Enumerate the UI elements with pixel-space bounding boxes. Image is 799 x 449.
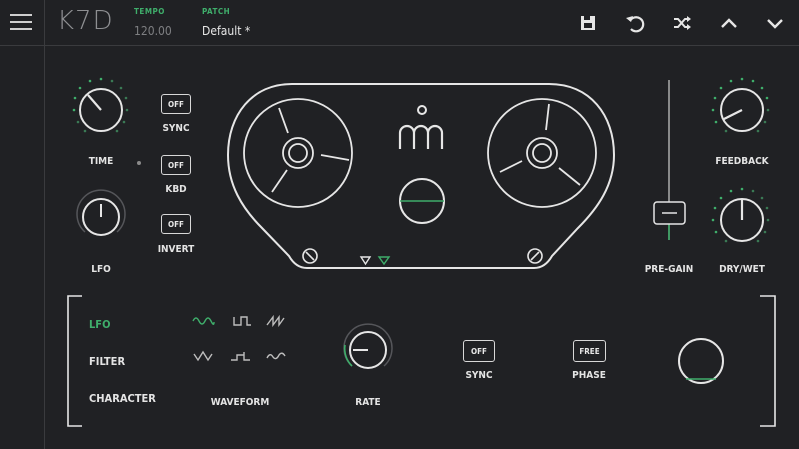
screw-right-icon	[527, 248, 543, 264]
kbd-indicator	[137, 161, 141, 165]
rate-knob[interactable]	[343, 323, 393, 369]
rate-label: RATE	[355, 397, 381, 408]
bracket-left	[67, 295, 82, 427]
tab-lfo[interactable]: LFO	[89, 318, 110, 331]
delay-panel-graphics	[67, 77, 776, 427]
time-label: TIME	[88, 156, 114, 167]
sync-label: SYNC	[162, 123, 190, 134]
dry-wet-knob[interactable]	[711, 187, 770, 243]
tab-filter[interactable]: FILTER	[89, 355, 125, 368]
waveform-square-icon[interactable]	[233, 316, 251, 326]
sync-toggle[interactable]: OFF	[161, 94, 191, 114]
feedback-label: FEEDBACK	[715, 156, 769, 167]
screw-left-icon	[302, 248, 318, 264]
lfo-knob[interactable]	[76, 189, 126, 236]
logo-icon	[398, 105, 444, 149]
pre-gain-label: PRE-GAIN	[644, 264, 694, 275]
mod-sync-toggle[interactable]: OFF	[463, 340, 495, 362]
tape-deck-outline	[226, 83, 616, 269]
phase-label: PHASE	[572, 370, 606, 381]
waveform-label: WAVEFORM	[210, 397, 270, 408]
lfo-output-display	[678, 338, 724, 384]
waveform-sine-icon[interactable]	[192, 317, 215, 325]
pre-gain-slider[interactable]	[653, 80, 686, 240]
dry-wet-label: DRY/WET	[719, 264, 765, 275]
level-meter	[399, 178, 445, 224]
waveform-step-icon[interactable]	[231, 352, 250, 361]
kbd-toggle[interactable]: OFF	[161, 155, 191, 175]
tab-character[interactable]: CHARACTER	[89, 392, 156, 405]
lfo-label: LFO	[91, 264, 111, 275]
left-tape-reel	[243, 98, 353, 208]
invert-label: INVERT	[157, 244, 195, 255]
waveform-saw-icon[interactable]	[266, 314, 285, 328]
invert-toggle[interactable]: OFF	[161, 214, 191, 234]
phase-toggle[interactable]: FREE	[573, 340, 606, 362]
bracket-right	[760, 295, 776, 427]
kbd-label: KBD	[165, 184, 187, 195]
mod-sync-label: SYNC	[465, 370, 493, 381]
waveform-triangle-icon[interactable]	[193, 350, 213, 362]
waveform-random-icon[interactable]	[266, 352, 286, 360]
feedback-knob[interactable]	[711, 77, 770, 133]
triangle-down-active-icon[interactable]	[377, 256, 391, 266]
triangle-down-icon[interactable]	[359, 256, 372, 266]
right-tape-reel	[487, 98, 597, 208]
time-knob[interactable]	[72, 77, 129, 133]
